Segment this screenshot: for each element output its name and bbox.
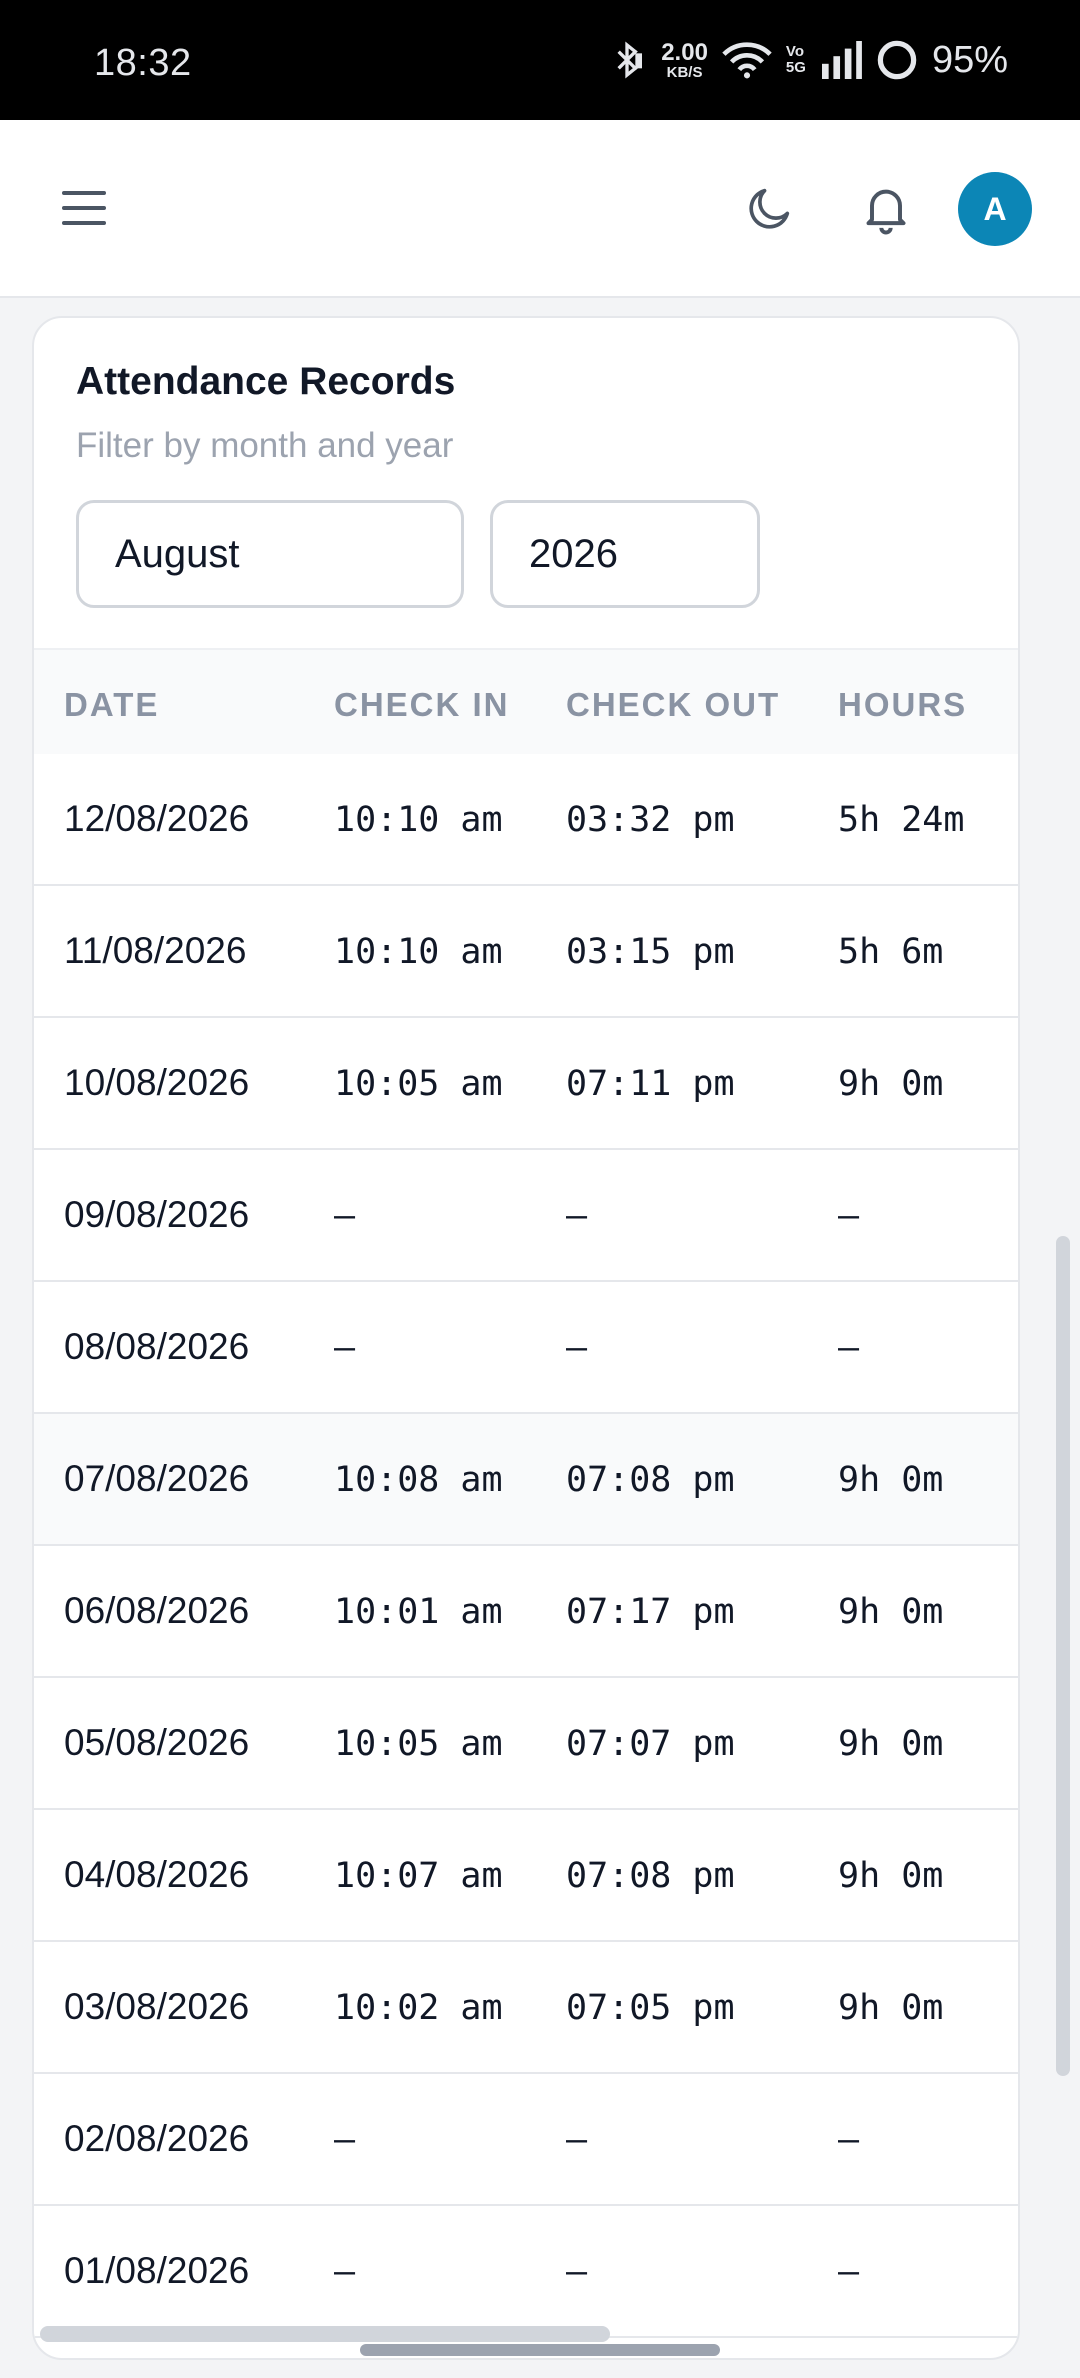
card-title: Attendance Records bbox=[76, 360, 456, 403]
cell-hours: — bbox=[838, 1196, 860, 1236]
cell-check-out: — bbox=[566, 1196, 588, 1236]
cell-check-out: 03:32 pm bbox=[566, 800, 735, 840]
cell-check-in: 10:07 am bbox=[334, 1856, 503, 1896]
cell-date: 10/08/2026 bbox=[64, 1062, 250, 1103]
column-header-check-in: CHECK IN bbox=[334, 686, 510, 723]
cell-date: 03/08/2026 bbox=[64, 1986, 250, 2027]
card-subtitle: Filter by month and year bbox=[76, 426, 454, 465]
cell-hours: 9h 0m bbox=[838, 1988, 944, 2028]
cell-hours: 9h 0m bbox=[838, 1064, 944, 1104]
column-header-hours: HOURS bbox=[838, 686, 968, 723]
table-header: DATE CHECK IN CHECK OUT HOURS bbox=[34, 648, 1018, 758]
wifi-icon bbox=[722, 42, 772, 79]
cell-check-out: 07:11 pm bbox=[566, 1064, 735, 1104]
cell-check-in: 10:05 am bbox=[334, 1064, 503, 1104]
cell-check-out: 07:05 pm bbox=[566, 1988, 735, 2028]
cell-check-in: 10:10 am bbox=[334, 800, 503, 840]
cell-check-out: — bbox=[566, 2252, 588, 2292]
cell-check-in: — bbox=[334, 1196, 356, 1236]
battery-level: 95% bbox=[931, 38, 1008, 81]
cell-hours: 9h 0m bbox=[838, 1460, 944, 1500]
volte-indicator: Vo 5G bbox=[785, 43, 806, 76]
gesture-nav-handle[interactable] bbox=[360, 2344, 720, 2356]
app-header: A bbox=[0, 120, 1080, 298]
cell-check-out: — bbox=[566, 1328, 588, 1368]
cell-check-in: — bbox=[334, 1328, 356, 1368]
table-row: 03/08/2026 10:02 am 07:05 pm 9h 0m bbox=[34, 1942, 1018, 2074]
cell-hours: 9h 0m bbox=[838, 1856, 944, 1896]
cell-hours: 5h 6m bbox=[838, 932, 944, 972]
table-row: 04/08/2026 10:07 am 07:08 pm 9h 0m bbox=[34, 1810, 1018, 1942]
cell-date: 09/08/2026 bbox=[64, 1194, 250, 1235]
cell-check-in: 10:02 am bbox=[334, 1988, 503, 2028]
cell-date: 12/08/2026 bbox=[64, 798, 250, 839]
cell-check-in: 10:01 am bbox=[334, 1592, 503, 1632]
cell-check-in: 10:08 am bbox=[334, 1460, 503, 1500]
status-bar: 18:32 2.00 KB/S Vo 5G 95% bbox=[0, 0, 1080, 120]
table-row: 09/08/2026 — — — bbox=[34, 1150, 1018, 1282]
cell-check-in: 10:10 am bbox=[334, 932, 503, 972]
table-row: 11/08/2026 10:10 am 03:15 pm 5h 6m bbox=[34, 886, 1018, 1018]
cell-check-out: 07:17 pm bbox=[566, 1592, 735, 1632]
cell-check-out: 07:07 pm bbox=[566, 1724, 735, 1764]
attendance-table-body: 12/08/2026 10:10 am 03:32 pm 5h 24m 11/0… bbox=[34, 754, 1018, 2338]
cell-check-in: — bbox=[334, 2252, 356, 2292]
cell-check-in: 10:05 am bbox=[334, 1724, 503, 1764]
table-row: 06/08/2026 10:01 am 07:17 pm 9h 0m bbox=[34, 1546, 1018, 1678]
vertical-scrollbar[interactable] bbox=[1056, 1236, 1070, 2076]
cell-check-out: 07:08 pm bbox=[566, 1856, 735, 1896]
cell-date: 08/08/2026 bbox=[64, 1326, 250, 1367]
cell-check-out: 07:08 pm bbox=[566, 1460, 735, 1500]
attendance-card: Attendance Records Filter by month and y… bbox=[32, 316, 1020, 2360]
cell-hours: — bbox=[838, 2252, 860, 2292]
cell-date: 11/08/2026 bbox=[64, 930, 247, 971]
table-row: 08/08/2026 — — — bbox=[34, 1282, 1018, 1414]
column-header-check-out: CHECK OUT bbox=[566, 686, 781, 723]
signal-icon bbox=[821, 41, 862, 79]
horizontal-scrollbar[interactable] bbox=[40, 2326, 610, 2342]
avatar[interactable]: A bbox=[958, 172, 1032, 246]
cell-hours: 5h 24m bbox=[838, 800, 965, 840]
cell-hours: 9h 0m bbox=[838, 1592, 944, 1632]
cell-date: 04/08/2026 bbox=[64, 1854, 250, 1895]
cell-check-in: — bbox=[334, 2120, 356, 2160]
year-select[interactable]: 2026 bbox=[490, 500, 760, 608]
month-select[interactable]: August bbox=[76, 500, 464, 608]
cell-hours: — bbox=[838, 1328, 860, 1368]
cell-date: 01/08/2026 bbox=[64, 2250, 250, 2291]
cell-date: 05/08/2026 bbox=[64, 1722, 250, 1763]
network-speed: 2.00 KB/S bbox=[661, 38, 708, 81]
cell-date: 07/08/2026 bbox=[64, 1458, 250, 1499]
bluetooth-icon bbox=[617, 41, 643, 79]
cell-date: 06/08/2026 bbox=[64, 1590, 250, 1631]
battery-ring-icon bbox=[877, 40, 917, 80]
table-row: 02/08/2026 — — — bbox=[34, 2074, 1018, 2206]
table-row: 01/08/2026 — — — bbox=[34, 2206, 1018, 2338]
cell-hours: — bbox=[838, 2120, 860, 2160]
status-icons: 2.00 KB/S Vo 5G 95% bbox=[607, 38, 1008, 82]
cell-check-out: — bbox=[566, 2120, 588, 2160]
bell-icon[interactable] bbox=[858, 180, 914, 236]
hamburger-icon[interactable] bbox=[58, 187, 110, 229]
status-time: 18:32 bbox=[94, 42, 192, 84]
cell-date: 02/08/2026 bbox=[64, 2118, 250, 2159]
cell-hours: 9h 0m bbox=[838, 1724, 944, 1764]
table-row: 10/08/2026 10:05 am 07:11 pm 9h 0m bbox=[34, 1018, 1018, 1150]
table-row: 07/08/2026 10:08 am 07:08 pm 9h 0m bbox=[34, 1414, 1018, 1546]
column-header-date: DATE bbox=[64, 686, 160, 723]
table-row: 05/08/2026 10:05 am 07:07 pm 9h 0m bbox=[34, 1678, 1018, 1810]
table-row: 12/08/2026 10:10 am 03:32 pm 5h 24m bbox=[34, 754, 1018, 886]
cell-check-out: 03:15 pm bbox=[566, 932, 735, 972]
moon-icon[interactable] bbox=[744, 182, 796, 234]
